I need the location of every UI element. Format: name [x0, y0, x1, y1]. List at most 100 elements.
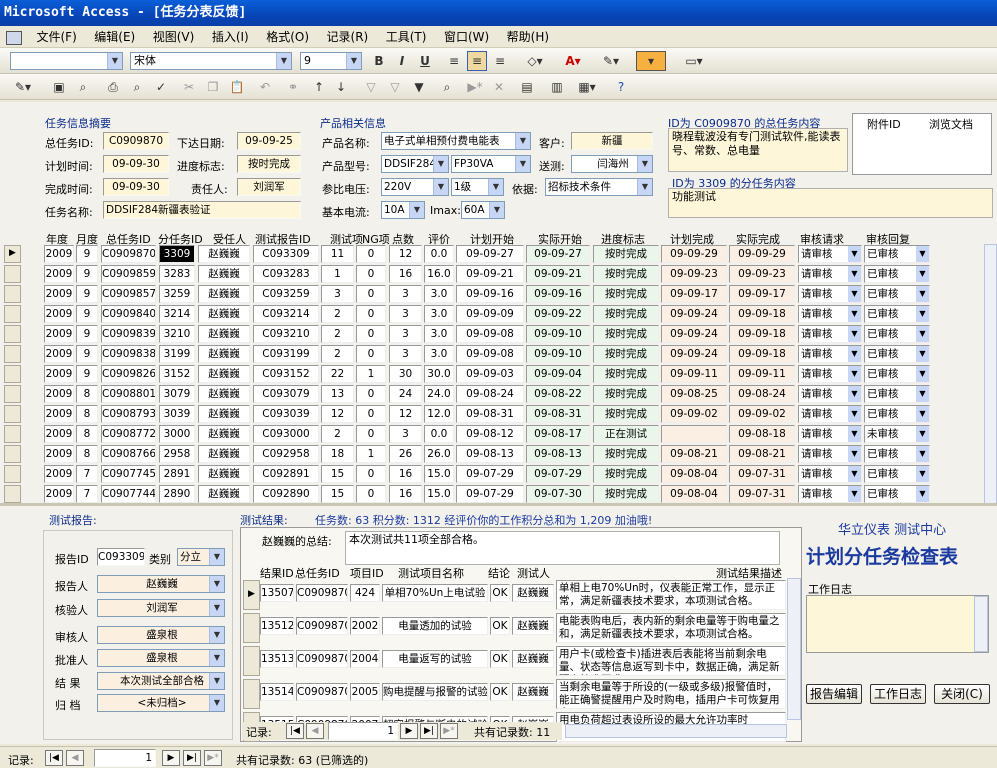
row-selector[interactable]: [4, 485, 21, 503]
results-cell[interactable]: 电能表购电后，表内新的剩余电量等于购电量之和，满足新疆表技术要求，本项测试合格。: [556, 613, 786, 643]
grid-cell[interactable]: 按时完成: [593, 285, 659, 303]
grid-cell[interactable]: 0: [356, 465, 386, 483]
grid-cell[interactable]: 3079: [159, 385, 195, 403]
grid-cell[interactable]: 09-09-04: [526, 365, 590, 383]
report-edit-button[interactable]: 报告编辑: [806, 684, 862, 704]
grid-cell[interactable]: 请审核 ▼: [798, 485, 862, 503]
grid-cell[interactable]: 09-09-03: [456, 365, 524, 383]
grid-cell[interactable]: C093214: [253, 305, 319, 323]
grid-cell[interactable]: 8: [76, 425, 98, 443]
results-row-selector[interactable]: [243, 679, 260, 709]
grid-cell[interactable]: C0909870: [101, 245, 156, 263]
grid-cell[interactable]: 已审核 ▼: [864, 325, 930, 343]
sub-task-text[interactable]: 功能测试: [668, 188, 993, 218]
grid-cell[interactable]: 已审核 ▼: [864, 365, 930, 383]
grid-cell[interactable]: C0908793: [101, 405, 156, 423]
done-date-field[interactable]: 09-09-30: [103, 178, 169, 196]
results-cell[interactable]: OK: [490, 617, 510, 635]
grid-cell[interactable]: 3.0: [424, 325, 454, 343]
grid-cell[interactable]: 09-08-31: [526, 405, 590, 423]
grid-cell[interactable]: 已审核 ▼: [864, 345, 930, 363]
delete-record-icon[interactable]: ✕: [490, 77, 508, 97]
grid-cell[interactable]: 已审核 ▼: [864, 445, 930, 463]
print-icon[interactable]: ⎙: [104, 77, 122, 97]
results-cell[interactable]: C0909870: [296, 617, 348, 635]
grid-cell[interactable]: 1: [356, 445, 386, 463]
menu-edit[interactable]: 编辑(E): [87, 26, 142, 48]
grid-cell[interactable]: 2009: [44, 285, 74, 303]
grid-cell[interactable]: 3199: [159, 345, 195, 363]
grid-cell[interactable]: 09-09-27: [456, 245, 524, 263]
object-combo[interactable]: ▼: [10, 52, 123, 70]
menu-file[interactable]: 文件(F): [30, 26, 84, 48]
grid-cell[interactable]: 09-09-09: [456, 305, 524, 323]
archive-combo[interactable]: <未归档> ▼: [97, 694, 225, 712]
owner-field[interactable]: 刘润军: [237, 178, 301, 196]
work-log-button[interactable]: 工作日志: [870, 684, 926, 704]
design-view-icon[interactable]: ✎▾: [8, 77, 38, 97]
menu-help[interactable]: 帮助(H): [500, 26, 556, 48]
new-record-icon[interactable]: ▶*: [466, 77, 484, 97]
grid-cell[interactable]: 2009: [44, 305, 74, 323]
row-selector[interactable]: [4, 385, 21, 403]
results-cell[interactable]: 赵巍巍: [512, 617, 554, 635]
results-cell[interactable]: OK: [490, 683, 510, 701]
grid-cell[interactable]: 赵巍巍: [198, 345, 250, 363]
results-cell[interactable]: 13514: [260, 683, 294, 701]
results-cell[interactable]: 电量透加的试验: [382, 617, 488, 635]
database-window-icon[interactable]: ▥: [548, 77, 566, 97]
grid-cell[interactable]: C0907744: [101, 485, 156, 503]
line-color-icon[interactable]: ✎▾: [596, 51, 626, 71]
grid-cell[interactable]: 已审核 ▼: [864, 485, 930, 503]
row-selector[interactable]: [4, 365, 21, 383]
grid-cell[interactable]: C0909826: [101, 365, 156, 383]
summary-text[interactable]: 本次测试共11项全部合格。: [345, 531, 780, 565]
grid-cell[interactable]: 请审核 ▼: [798, 425, 862, 443]
results-cell[interactable]: OK: [490, 584, 510, 602]
grid-cell[interactable]: 2958: [159, 445, 195, 463]
reporter-combo[interactable]: 赵巍巍 ▼: [97, 575, 225, 593]
issue-date-field[interactable]: 09-09-25: [237, 132, 301, 150]
grid-cell[interactable]: 09-09-02: [661, 405, 727, 423]
current-combo[interactable]: 10A ▼: [381, 201, 425, 219]
grid-cell[interactable]: 3283: [159, 265, 195, 283]
grid-cell[interactable]: 赵巍巍: [198, 445, 250, 463]
grid-cell[interactable]: 请审核 ▼: [798, 345, 862, 363]
grid-cell[interactable]: 09-09-02: [729, 405, 795, 423]
grid-cell[interactable]: 09-08-13: [456, 445, 524, 463]
grid-cell[interactable]: 赵巍巍: [198, 305, 250, 323]
grid-cell[interactable]: C093283: [253, 265, 319, 283]
sort-descending-icon[interactable]: ↓: [332, 77, 350, 97]
grid-cell[interactable]: 未审核 ▼: [864, 425, 930, 443]
grid-cell[interactable]: 已审核 ▼: [864, 265, 930, 283]
grid-cell[interactable]: C093210: [253, 325, 319, 343]
print-preview-icon[interactable]: ⌕: [128, 77, 146, 97]
grid-cell[interactable]: 12: [389, 245, 422, 263]
grid-cell[interactable]: 2009: [44, 365, 74, 383]
grade-combo[interactable]: 1级 ▼: [451, 178, 504, 196]
results-cell[interactable]: 424: [350, 584, 380, 602]
align-center-icon[interactable]: ≡: [467, 51, 487, 71]
grid-cell[interactable]: 请审核 ▼: [798, 265, 862, 283]
grid-cell[interactable]: 0.0: [424, 245, 454, 263]
results-cell[interactable]: C0909870: [296, 650, 348, 668]
grid-cell[interactable]: 3152: [159, 365, 195, 383]
send-combo[interactable]: 闫海州 ▼: [571, 155, 653, 173]
grid-cell[interactable]: 按时完成: [593, 445, 659, 463]
undo-icon[interactable]: ↶: [256, 77, 274, 97]
grid-cell[interactable]: 26.0: [424, 445, 454, 463]
grid-cell[interactable]: 按时完成: [593, 325, 659, 343]
grid-cell[interactable]: 2009: [44, 245, 74, 263]
new-record-nav-icon[interactable]: ▶*: [440, 723, 458, 739]
special-effect-icon[interactable]: ▭▾: [676, 51, 712, 71]
grid-cell[interactable]: 15: [321, 485, 354, 503]
grid-cell[interactable]: C093259: [253, 285, 319, 303]
menu-format[interactable]: 格式(O): [259, 26, 316, 48]
grid-cell[interactable]: 赵巍巍: [198, 325, 250, 343]
grid-cell[interactable]: 按时完成: [593, 245, 659, 263]
search-file-icon[interactable]: ⌕: [74, 77, 92, 97]
font-color-icon[interactable]: A▾: [558, 51, 588, 71]
results-cell[interactable]: C0909870: [296, 584, 348, 602]
results-cell[interactable]: 单相上电70%Un时，仪表能正常工作，显示正常，满足新疆表技术要求，本项测试合格…: [556, 580, 786, 610]
basis-combo[interactable]: 招标技术条件 ▼: [545, 178, 653, 196]
